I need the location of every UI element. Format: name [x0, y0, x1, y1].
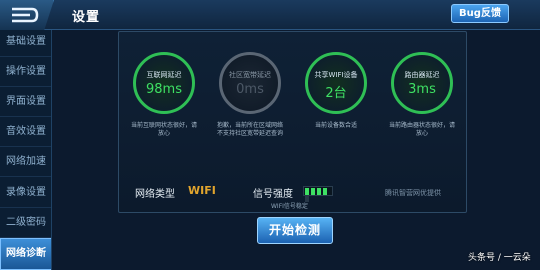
- signal-strength-icon: [303, 186, 333, 202]
- metric-value: 2台: [325, 86, 347, 101]
- signal-bar: [317, 188, 321, 195]
- metric-label: 互联网延迟: [146, 71, 182, 79]
- signal-bar: [305, 188, 309, 195]
- metric-description: 当前路由器状态很好，请放心: [388, 122, 455, 137]
- metric-community-broadband-latency: 社区宽带延迟 0ms 抱歉，当前所在区域网络不支持社区宽带延迟查询: [215, 52, 295, 162]
- sidebar-item-interface-settings[interactable]: 界面设置: [0, 87, 51, 117]
- metric-label: 共享WIFI设备: [314, 71, 358, 79]
- signal-bar: [323, 188, 327, 195]
- sidebar-item-network-acceleration[interactable]: 网络加速: [0, 147, 51, 177]
- metric-shared-wifi-devices: 共享WIFI设备 2台 当前设备数合适: [301, 52, 381, 162]
- network-type-label: 网络类型: [135, 189, 175, 200]
- metric-value: 0ms: [236, 82, 264, 97]
- author-watermark: 头条号 / 一云朵: [468, 253, 531, 263]
- network-info-row: 网络类型 WIFI 信号强度 WIFI信号稳定 腾讯智营网优提供: [135, 183, 455, 210]
- metric-internet-latency: 互联网延迟 98ms 当前互联网状态很好，请放心: [129, 52, 209, 162]
- provider-note: 腾讯智营网优提供: [385, 189, 441, 197]
- sidebar-item-replay-settings[interactable]: 录像设置: [0, 178, 51, 208]
- network-type-value: WIFI: [188, 184, 216, 197]
- back-arrow-icon: [12, 7, 39, 23]
- latency-ring: 互联网延迟 98ms: [133, 52, 195, 114]
- sidebar-item-operation-settings[interactable]: 操作设置: [0, 57, 51, 87]
- signal-note: WIFI信号稳定: [271, 203, 308, 210]
- signal-strength-label: 信号强度: [253, 189, 293, 200]
- back-button[interactable]: [0, 0, 54, 30]
- devices-ring: 共享WIFI设备 2台: [305, 52, 367, 114]
- sidebar-item-secondary-password[interactable]: 二级密码: [0, 208, 51, 238]
- bug-feedback-button[interactable]: Bug反馈: [451, 4, 509, 23]
- top-bar: 设置 Bug反馈: [0, 0, 540, 30]
- sidebar-item-basic-settings[interactable]: 基础设置: [0, 30, 51, 57]
- latency-ring: 路由器延迟 3ms: [391, 52, 453, 114]
- metric-description: 当前互联网状态很好，请放心: [130, 122, 197, 137]
- start-diagnosis-button[interactable]: 开始检测: [257, 217, 333, 244]
- sidebar-item-sound-settings[interactable]: 音效设置: [0, 117, 51, 147]
- metric-router-latency: 路由器延迟 3ms 当前路由器状态很好，请放心: [387, 52, 467, 162]
- metric-label: 社区宽带延迟: [229, 71, 271, 79]
- page-title: 设置: [72, 10, 101, 25]
- metric-label: 路由器延迟: [404, 71, 440, 79]
- diagnosis-panel: 互联网延迟 98ms 当前互联网状态很好，请放心 社区宽带延迟 0ms 抱歉，当…: [118, 31, 467, 213]
- sidebar-item-network-diagnosis[interactable]: 网络诊断: [0, 238, 51, 270]
- metric-description: 当前设备数合适: [314, 122, 357, 129]
- signal-bar: [311, 188, 315, 195]
- sidebar: 基础设置 操作设置 界面设置 音效设置 网络加速 录像设置 二级密码 网络诊断: [0, 30, 52, 270]
- metric-value: 98ms: [146, 82, 182, 97]
- metric-description: 抱歉，当前所在区域网络不支持社区宽带延迟查询: [216, 122, 283, 137]
- metric-value: 3ms: [408, 82, 436, 97]
- latency-ring: 社区宽带延迟 0ms: [219, 52, 281, 114]
